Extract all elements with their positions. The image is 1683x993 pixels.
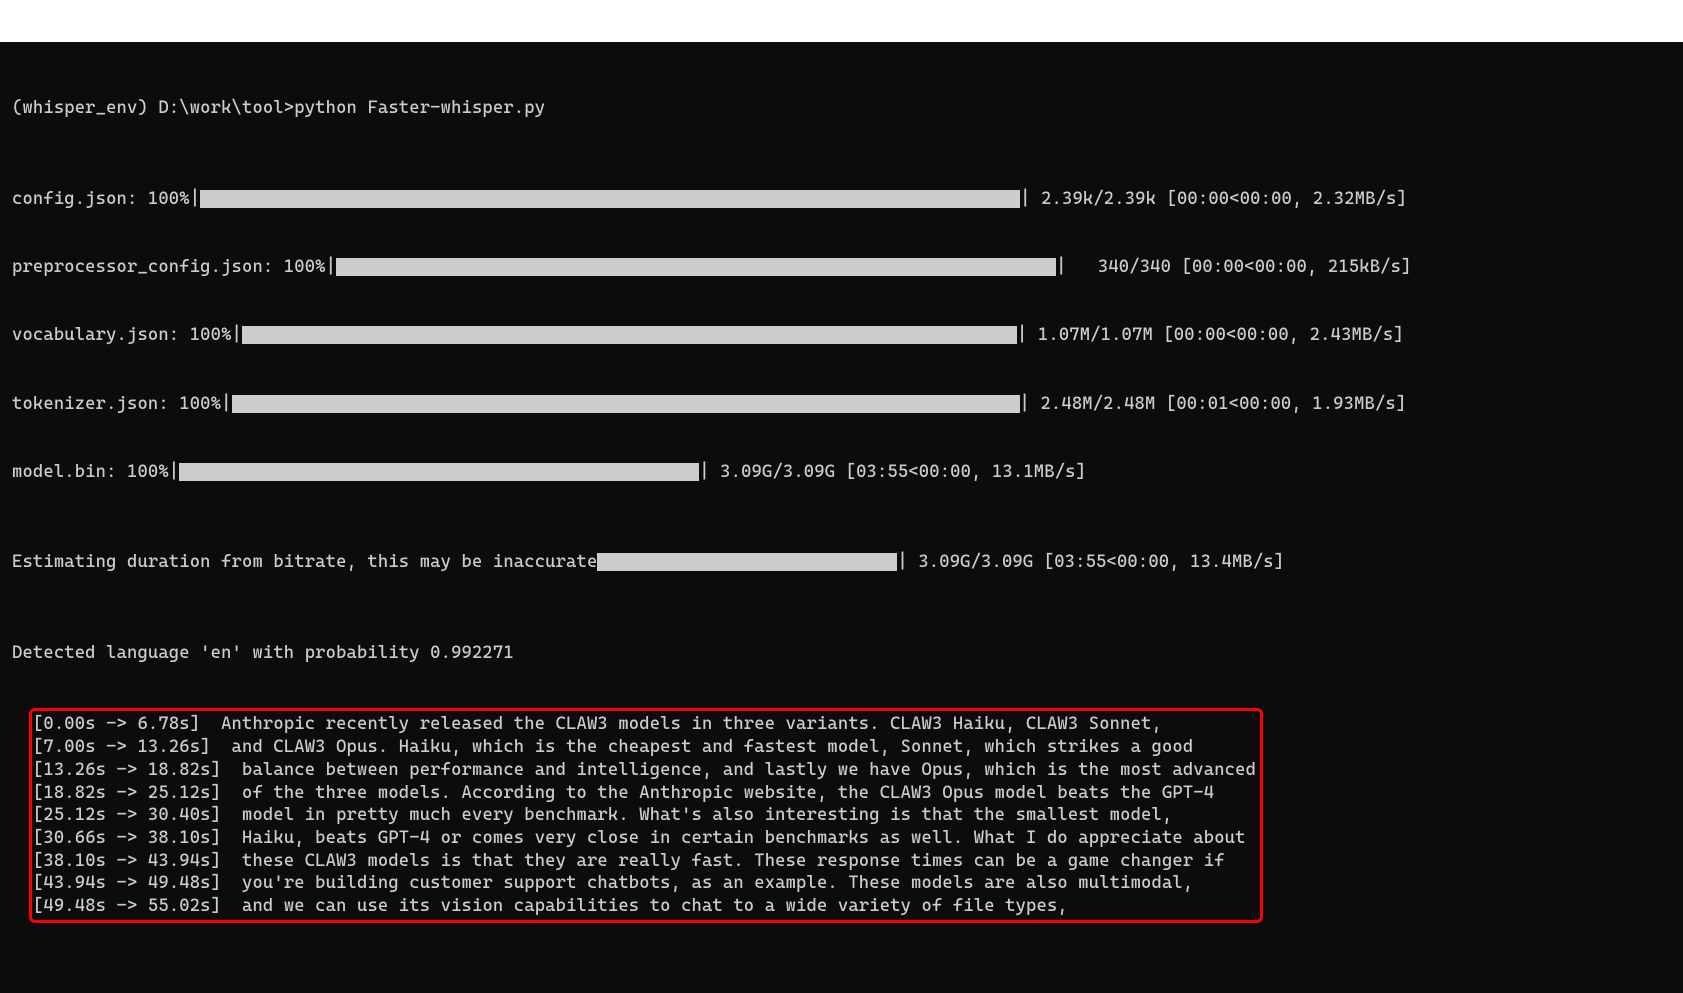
download-row: vocabulary.json: 100%| | 1.07M/1.07M [00:… [12,324,1671,347]
download-row: preprocessor_config.json: 100%| | 340/340… [12,256,1671,279]
progress-bar [336,258,1056,276]
transcript-segment: [25.12s -> 30.40s] model in pretty much … [33,804,1256,827]
estimate-text: Estimating duration from bitrate, this m… [12,552,597,572]
cwd-path: D:\work\tool> [158,98,294,118]
download-stats: | 340/340 [00:00<00:00, 215kB/s] [1056,257,1411,277]
download-label: model.bin: 100%| [12,462,179,482]
detected-language-line: Detected language 'en' with probability … [12,642,1671,665]
download-stats: | 2.39k/2.39k [00:00<00:00, 2.32MB/s] [1020,189,1407,209]
download-stats: | 1.07M/1.07M [00:00<00:00, 2.43MB/s] [1017,325,1404,345]
transcript-segment: [0.00s -> 6.78s] Anthropic recently rele… [33,713,1256,736]
transcript-segment: [30.66s -> 38.10s] Haiku, beats GPT-4 or… [33,827,1256,850]
download-stats: | 3.09G/3.09G [03:55<00:00, 13.1MB/s] [699,462,1086,482]
transcript-segment: [43.94s -> 49.48s] you're building custo… [33,872,1256,895]
prompt-line: (whisper_env) D:\work\tool>python Faster… [12,97,1671,120]
download-label: vocabulary.json: 100%| [12,325,242,345]
command-text: python Faster-whisper.py [294,98,545,118]
progress-bar [242,326,1017,344]
download-row: model.bin: 100%| | 3.09G/3.09G [03:55<00:… [12,461,1671,484]
progress-bar [597,553,897,571]
estimate-stats: | 3.09G/3.09G [03:55<00:00, 13.4MB/s] [897,552,1284,572]
transcript-segment: [7.00s -> 13.26s] and CLAW3 Opus. Haiku,… [33,736,1256,759]
download-label: preprocessor_config.json: 100%| [12,257,336,277]
transcript-segment: [13.26s -> 18.82s] balance between perfo… [33,759,1256,782]
download-row: config.json: 100%| | 2.39k/2.39k [00:00<0… [12,188,1671,211]
terminal-window: (whisper_env) D:\work\tool>python Faster… [0,42,1683,993]
download-row: tokenizer.json: 100%| | 2.48M/2.48M [00:0… [12,393,1671,416]
transcript-segment: [38.10s -> 43.94s] these CLAW3 models is… [33,850,1256,873]
progress-bar [232,395,1020,413]
progress-bar [200,190,1020,208]
download-label: config.json: 100%| [12,189,200,209]
transcript-segment: [49.48s -> 55.02s] and we can use its vi… [33,895,1256,918]
progress-bar [179,463,699,481]
venv-prefix: (whisper_env) [12,98,158,118]
transcript-highlight-box: [0.00s -> 6.78s] Anthropic recently rele… [29,708,1263,922]
download-label: tokenizer.json: 100%| [12,394,232,414]
download-stats: | 2.48M/2.48M [00:01<00:00, 1.93MB/s] [1020,394,1407,414]
transcript-segment: [18.82s -> 25.12s] of the three models. … [33,782,1256,805]
estimate-row: Estimating duration from bitrate, this m… [12,551,1671,574]
